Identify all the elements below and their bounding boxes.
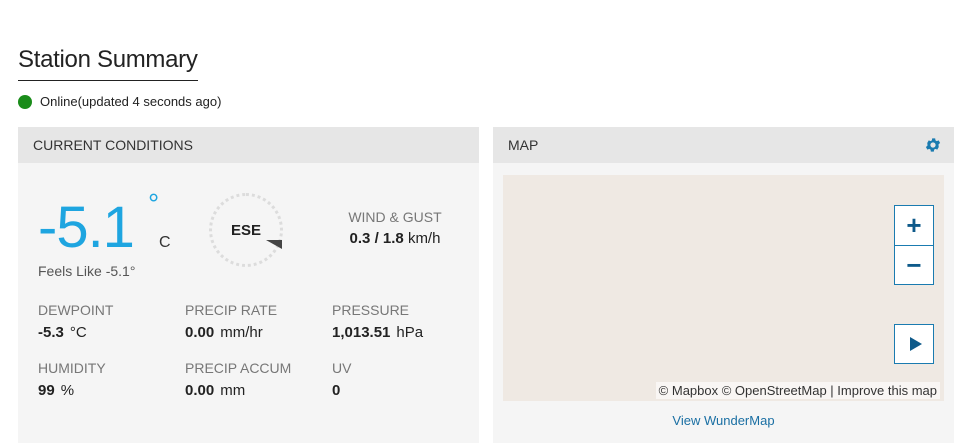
metric-label: PRECIP ACCUM xyxy=(185,360,292,376)
metric-unit: hPa xyxy=(396,324,424,341)
map-title: MAP xyxy=(508,137,539,153)
metric-number: 1,013.51 xyxy=(332,324,391,341)
metric-value: 0 xyxy=(332,382,472,399)
metric-dewpoint: DEWPOINT -5.3 °C xyxy=(38,302,178,341)
metric-label: PRESSURE xyxy=(332,302,410,318)
metric-value: 99% xyxy=(38,382,178,399)
wind-separator: / xyxy=(374,230,379,247)
metric-pressure: PRESSURE 1,013.51 hPa xyxy=(332,302,472,341)
current-conditions-header: CURRENT CONDITIONS xyxy=(18,127,479,163)
map-canvas[interactable]: + − © Mapbox © OpenStreetMap | Improve t… xyxy=(503,175,944,401)
wind-direction-arrow-icon xyxy=(266,240,282,249)
wind-gust-speed: 1.8 xyxy=(382,230,404,247)
zoom-in-button[interactable]: + xyxy=(895,206,933,245)
metric-unit: mm xyxy=(220,382,246,399)
temperature-degree-symbol: ° xyxy=(148,188,160,219)
metric-value: 0.00 mm xyxy=(185,382,325,399)
play-icon xyxy=(909,337,922,351)
wind-direction: ESE xyxy=(230,221,261,239)
status-online-indicator xyxy=(18,94,32,109)
zoom-out-button[interactable]: − xyxy=(895,246,933,285)
metric-number: -5.3 xyxy=(38,324,64,341)
metric-label: HUMIDITY xyxy=(38,360,106,376)
temperature-unit: C xyxy=(159,234,171,251)
wind-gust: WIND & GUST 0.3 / 1.8 km/h xyxy=(340,209,450,247)
metric-label: PRECIP RATE xyxy=(185,302,278,318)
temperature-value: -5.1 xyxy=(38,195,135,260)
metric-label: UV xyxy=(332,360,352,376)
view-wundermap-link[interactable]: View WunderMap xyxy=(493,413,954,428)
temperature-display: -5.1 ° C xyxy=(38,188,171,261)
page-title: Station Summary xyxy=(18,46,198,81)
metric-value: -5.3 °C xyxy=(38,324,178,341)
status-text: Online(updated 4 seconds ago) xyxy=(40,94,222,109)
wind-gust-label: WIND & GUST xyxy=(348,209,442,225)
metric-precip-rate: PRECIP RATE 0.00 mm/hr xyxy=(185,302,325,341)
metric-precip-accum: PRECIP ACCUM 0.00 mm xyxy=(185,360,325,399)
metric-unit: % xyxy=(60,382,75,399)
metric-value: 1,013.51 hPa xyxy=(332,324,472,341)
map-attribution[interactable]: © Mapbox © OpenStreetMap | Improve this … xyxy=(655,382,940,399)
metric-unit: °C xyxy=(69,324,87,341)
wind-compass: ESE xyxy=(209,193,283,267)
current-conditions-panel: CURRENT CONDITIONS -5.1 ° C Feels Like -… xyxy=(18,127,479,443)
metric-humidity: HUMIDITY 99% xyxy=(38,360,178,399)
feels-like: Feels Like -5.1° xyxy=(38,263,136,279)
metric-number: 0.00 xyxy=(185,382,215,399)
metric-number: 0.00 xyxy=(185,324,215,341)
metric-uv: UV 0 xyxy=(332,360,472,399)
zoom-controls: + − xyxy=(894,205,934,285)
metric-label: DEWPOINT xyxy=(38,302,114,318)
metric-unit: mm/hr xyxy=(220,324,263,341)
wind-gust-values: 0.3 / 1.8 km/h xyxy=(340,230,450,247)
wind-unit: km/h xyxy=(407,230,441,247)
wind-speed: 0.3 xyxy=(349,230,371,247)
map-header: MAP xyxy=(493,127,954,163)
play-button[interactable] xyxy=(894,324,934,364)
metric-number: 99 xyxy=(38,382,55,399)
status-line: Online(updated 4 seconds ago) xyxy=(18,94,221,109)
metric-value: 0.00 mm/hr xyxy=(185,324,325,341)
metric-number: 0 xyxy=(332,382,341,399)
map-panel: MAP + − © Mapbox © OpenStreetMap | Impro… xyxy=(493,127,954,443)
gear-icon[interactable] xyxy=(924,136,942,154)
